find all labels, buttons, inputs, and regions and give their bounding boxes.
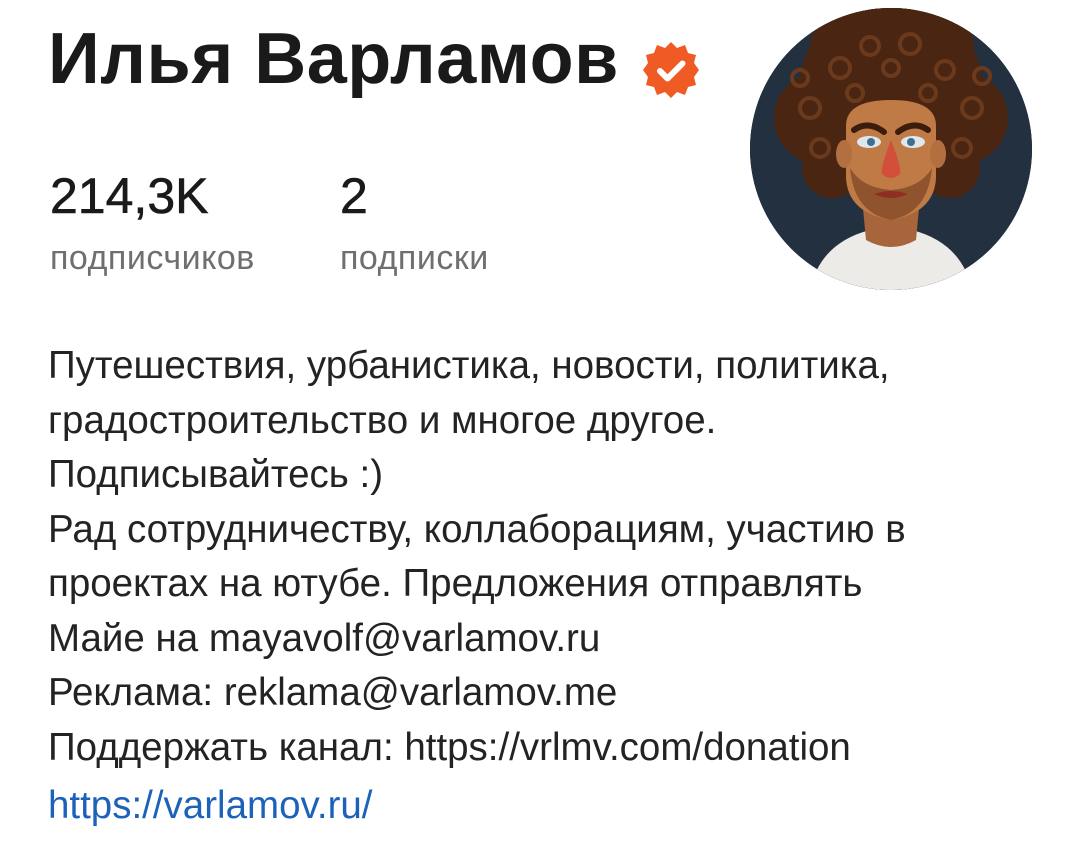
bio-line: Путешествия, урбанистика, новости, полит…: [48, 344, 890, 387]
bio-line: проектах на ютубе. Предложения отправлят…: [48, 562, 863, 605]
bio-text: Путешествия, урбанистика, новости, полит…: [48, 339, 1048, 775]
following-stat[interactable]: 2 подписки: [340, 166, 489, 280]
avatar[interactable]: [750, 8, 1032, 290]
bio-line: Подписывайтесь :): [48, 453, 384, 496]
profile-name-row: Илья Варламов: [48, 14, 701, 104]
bio-line: Рад сотрудничеству, коллаборациям, участ…: [48, 507, 906, 551]
bio-line: Майе на mayavolf@varlamov.ru: [48, 616, 601, 660]
bio-line: Поддержать канал: https://vrlmv.com/dona…: [48, 725, 851, 769]
followers-count: 214,3K: [50, 168, 209, 225]
website-link[interactable]: https://varlamov.ru/: [48, 778, 373, 834]
bio-line: Реклама: reklama@varlamov.me: [48, 671, 618, 714]
avatar-illustration: [750, 8, 1032, 290]
bio-line: градостроительство и многое другое.: [48, 398, 717, 442]
following-count: 2: [340, 168, 368, 225]
verified-badge-icon: [641, 31, 701, 98]
following-label: подписки: [340, 239, 489, 277]
followers-stat[interactable]: 214,3K подписчиков: [50, 166, 255, 280]
followers-label: подписчиков: [50, 239, 255, 277]
profile-name: Илья Варламов: [48, 19, 619, 99]
